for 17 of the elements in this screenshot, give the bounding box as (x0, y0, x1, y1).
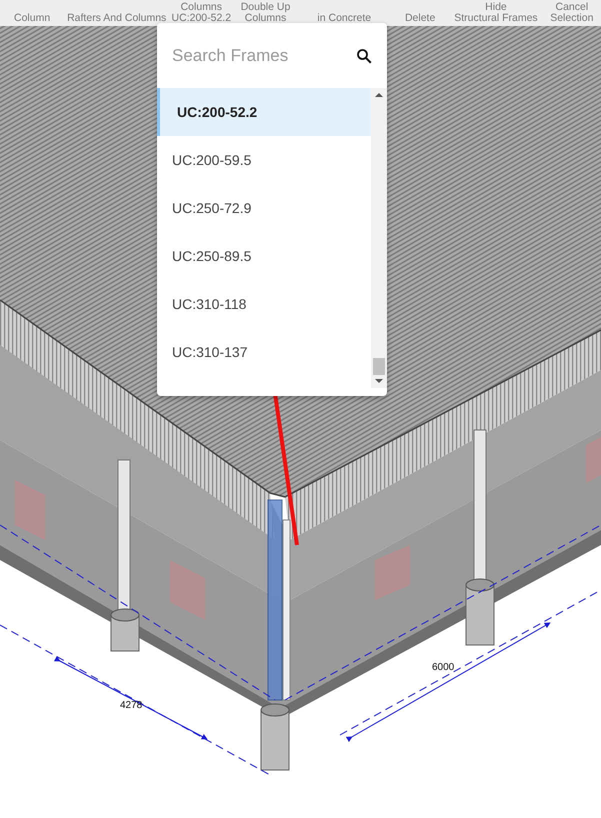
toolbar-button[interactable]: Double Up Columns (233, 0, 298, 24)
toolbar-button[interactable]: in Concrete (298, 0, 391, 24)
toolbar-button[interactable]: Rafters And Columns (64, 0, 170, 24)
toolbar-button[interactable]: Columns UC:200-52.2 (169, 0, 234, 24)
frame-option[interactable]: UC:200-52.2 (157, 88, 371, 136)
scroll-up-icon[interactable] (375, 92, 383, 98)
toolbar-button[interactable]: Hide Structural Frames (449, 0, 543, 24)
scrollbar[interactable] (371, 88, 387, 388)
scroll-down-icon[interactable] (375, 378, 383, 384)
scrollbar-thumb[interactable] (373, 358, 385, 375)
search-icon[interactable] (355, 46, 373, 64)
dimension-label: 6000 (432, 662, 454, 673)
toolbar-button[interactable]: Cancel Selection (542, 0, 601, 24)
toolbar-button[interactable]: Delete (390, 0, 450, 24)
dimension-label: 4278 (120, 700, 142, 711)
toolbar-button[interactable]: Column (0, 0, 64, 24)
search-field[interactable]: Search Frames (170, 44, 347, 66)
